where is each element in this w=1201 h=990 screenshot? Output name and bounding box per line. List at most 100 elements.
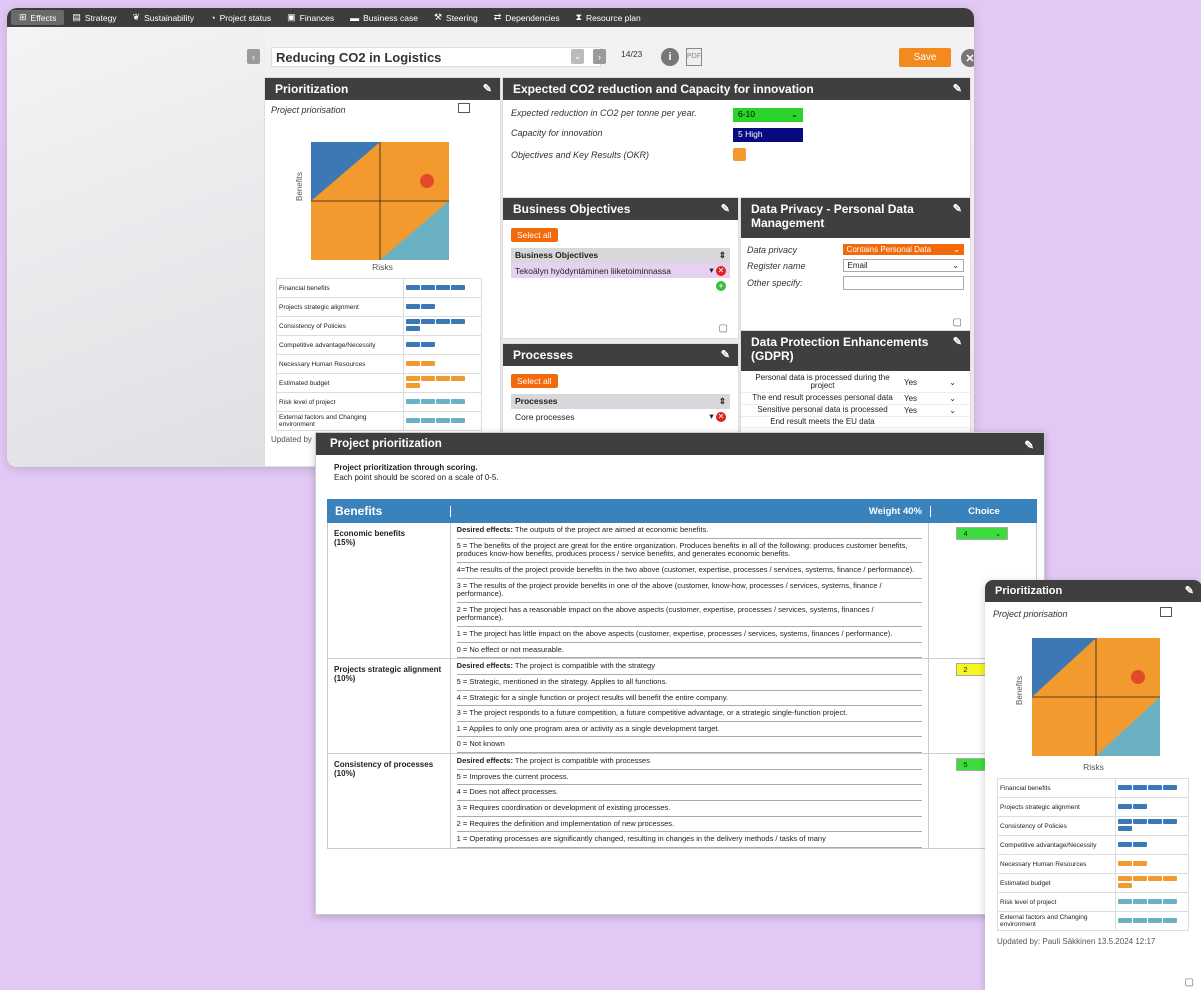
score-bar (421, 284, 436, 290)
leaf-icon: ❦ (132, 12, 141, 22)
gdpr-row-select[interactable]: Yes ⌄ (900, 406, 960, 415)
gdpr-row-select[interactable]: Yes ⌄ (900, 378, 960, 387)
tab-strategy[interactable]: ▤ Strategy (64, 10, 124, 25)
capacity-label: Capacity for innovation (511, 128, 603, 138)
processes-header: Processes ✎ (503, 344, 738, 366)
next-project-button[interactable]: › (593, 49, 606, 64)
project-priorisation-label: Project priorisation (993, 609, 1068, 619)
chevron-down-icon: ⌄ (995, 529, 1002, 538)
score-bars (406, 417, 479, 425)
data-privacy-select[interactable]: Contains Personal Data ⌄ (842, 244, 964, 255)
okr-open-icon[interactable] (733, 148, 746, 161)
pencil-icon[interactable]: ✎ (953, 202, 962, 215)
title-bar: ‹ Reducing CO2 in Logistics ⌄ › 14/23 i … (247, 47, 974, 69)
pencil-icon[interactable]: ✎ (1185, 584, 1194, 597)
tab-project-status[interactable]: ◔ Project status (202, 10, 279, 25)
score-bar (451, 284, 466, 290)
select-all-objectives-button[interactable]: Select all (511, 228, 558, 242)
pencil-icon[interactable]: ✎ (721, 348, 730, 361)
score-bar (406, 360, 421, 366)
score-description: 0 = Not known (456, 737, 923, 753)
add-icon[interactable]: + (716, 281, 726, 291)
score-description: 3 = The results of the project provide b… (456, 579, 923, 603)
document-icon[interactable]: ▢ (953, 317, 962, 328)
project-title[interactable]: Reducing CO2 in Logistics (271, 47, 601, 67)
co2-panel: Expected CO2 reduction and Capacity for … (502, 77, 971, 200)
chevron-right-icon: › (598, 51, 601, 62)
other-specify-input[interactable] (842, 276, 964, 290)
priority-row-bars (403, 392, 482, 412)
priority-row-bars (403, 278, 482, 298)
score-bars (1118, 784, 1186, 792)
chevron-down-icon[interactable]: ▾ (709, 265, 713, 275)
priority-row-label: Financial benefits (275, 278, 405, 298)
prev-project-button[interactable]: ‹ (247, 49, 260, 64)
pencil-icon[interactable]: ✎ (953, 335, 962, 348)
priority-row: External factors and Changing environmen… (996, 911, 1189, 931)
score-bar (406, 383, 421, 388)
register-name-select[interactable]: Email ⌄ (842, 259, 964, 272)
info-icon[interactable]: i (661, 48, 679, 66)
tab-effects[interactable]: ⊞ Effects (11, 10, 65, 25)
tab-finances[interactable]: ▣ Finances (279, 10, 342, 25)
tab-sustainability[interactable]: ❦ Sustainability (125, 10, 203, 25)
score-bar (406, 303, 421, 309)
score-description: 0 = No effect or not measurable. (456, 643, 923, 659)
process-row[interactable]: Core processes ▾ ✕ (511, 409, 730, 424)
pencil-icon[interactable]: ✎ (483, 82, 492, 95)
priority-row: Risk level of project (275, 392, 482, 412)
tab-business-case[interactable]: ▬ Business case (342, 10, 426, 25)
score-bar (1133, 876, 1148, 881)
main-window: ⊞ Effects ▤ Strategy ❦ Sustainability ◔ Proj… (7, 8, 974, 467)
project-dropdown-button[interactable]: ⌄ (571, 49, 584, 64)
close-icon[interactable]: ✕ (961, 49, 974, 67)
score-bar (1118, 860, 1133, 866)
tab-steering[interactable]: ⚒ Steering (426, 10, 486, 25)
tab-resource-plan[interactable]: ⧗ Resource plan (568, 10, 649, 25)
save-button[interactable]: Save (899, 48, 951, 67)
score-description: 3 = Requires coordination or development… (456, 801, 923, 817)
priority-row: Consistency of Policies (996, 816, 1189, 836)
pencil-icon[interactable]: ✎ (721, 202, 730, 215)
priority-row: External factors and Changing environmen… (275, 411, 482, 431)
sort-icon[interactable]: ⇕ (719, 250, 726, 261)
score-description: 4 = Does not affect processes. (456, 785, 923, 801)
document-icon[interactable]: ▢ (719, 323, 728, 334)
tab-dependencies[interactable]: ⇄ Dependencies (486, 10, 568, 25)
priority-row: Financial benefits (996, 778, 1189, 798)
chevron-down-icon[interactable]: ▾ (709, 411, 713, 421)
remove-icon[interactable]: ✕ (716, 266, 726, 276)
score-bar (421, 319, 436, 324)
sort-icon[interactable]: ⇕ (719, 396, 726, 407)
co2-reduction-select[interactable]: 6-10 ⌄ (733, 108, 803, 122)
priority-row-label: Consistency of Policies (275, 316, 405, 336)
pdf-icon[interactable]: PDF (686, 48, 702, 66)
processes-column-header[interactable]: Processes ⇕ (511, 394, 730, 409)
gdpr-row-select[interactable]: Yes ⌄ (900, 394, 960, 403)
select-all-processes-button[interactable]: Select all (511, 374, 558, 388)
score-bar (406, 341, 421, 347)
score-bar (1133, 784, 1148, 790)
hourglass-icon: ⧗ (575, 12, 582, 22)
pencil-icon[interactable]: ✎ (1024, 438, 1034, 452)
choice-select[interactable]: 4 ⌄ (956, 527, 1009, 540)
score-bars (406, 398, 479, 406)
score-bar (1118, 898, 1133, 904)
document-icon[interactable]: ▢ (1185, 977, 1194, 988)
objective-row[interactable]: Tekoälyn hyödyntäminen liiketoiminnassa ▾… (511, 263, 730, 278)
score-bar (1118, 841, 1133, 847)
priority-row-bars (403, 297, 482, 317)
pencil-icon[interactable]: ✎ (953, 82, 962, 95)
data-privacy-panel: Data Privacy - Personal Data Management ✎… (740, 197, 971, 331)
expand-icon[interactable] (458, 103, 470, 113)
desired-effects: Desired effects: The outputs of the proj… (456, 523, 923, 539)
expand-icon[interactable] (1160, 607, 1172, 617)
priority-row-label: Risk level of project (996, 892, 1117, 912)
capacity-select[interactable]: 5 High (733, 128, 803, 142)
priority-row-bars (1115, 835, 1189, 855)
score-bar (436, 398, 451, 404)
prioritization-card: Prioritization ✎ Project priorisation Ben… (985, 580, 1201, 990)
remove-icon[interactable]: ✕ (716, 412, 726, 422)
priority-row: Competitive advantage/Necessity (275, 335, 482, 355)
objectives-column-header[interactable]: Business Objectives ⇕ (511, 248, 730, 263)
